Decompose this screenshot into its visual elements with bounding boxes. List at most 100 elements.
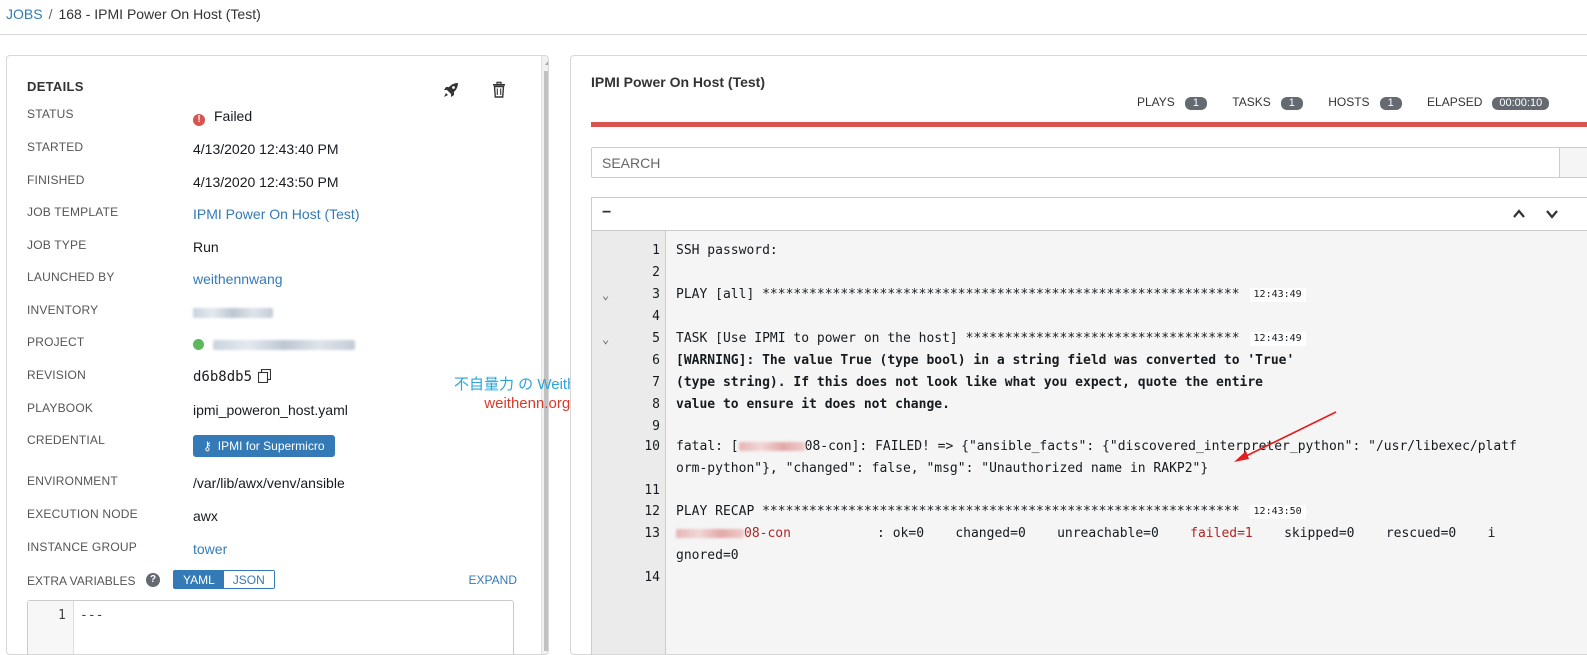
scrollbar-thumb[interactable]: [544, 71, 548, 651]
line-text: PLAY RECAP *****************************…: [676, 501, 1306, 523]
launched-by-link[interactable]: weithennwang: [193, 271, 283, 287]
chevron-down-icon[interactable]: [1545, 207, 1559, 221]
stdout-header: −: [591, 197, 1587, 231]
chevron-up-icon[interactable]: [1512, 207, 1526, 221]
breadcrumb-jobs-link[interactable]: JOBS: [6, 6, 43, 22]
detail-row-execution-node: EXECUTION NODE awx: [27, 507, 537, 533]
finished-value: 4/13/2020 12:43:50 PM: [193, 174, 339, 190]
plays-label: PLAYS: [1137, 95, 1175, 109]
detail-row-finished: FINISHED 4/13/2020 12:43:50 PM: [27, 173, 537, 199]
breadcrumb-current: 168 - IPMI Power On Host (Test): [58, 6, 261, 22]
details-panel: DETAILS STATUS ! Failed STARTED 4/13/2020…: [6, 55, 549, 655]
recap-failed: failed=1: [1190, 526, 1253, 541]
warning-text: (type string). If this does not look lik…: [676, 375, 1263, 390]
line-text: SSH password:: [676, 243, 778, 258]
rocket-icon[interactable]: [441, 80, 461, 100]
elapsed-time: 00:00:10: [1492, 97, 1550, 110]
warning-text: [WARNING]: The value True (type bool) in…: [676, 353, 1295, 368]
recap-counts: : ok=0 changed=0 unreachable=0: [790, 526, 1191, 541]
plays-count: 1: [1184, 97, 1207, 110]
task-header: TASK [Use IPMI to power on the host] ***…: [676, 331, 1240, 346]
line-number: 6: [652, 353, 660, 368]
instance-group-label: INSTANCE GROUP: [27, 540, 137, 554]
line-number: 14: [644, 570, 660, 585]
line-number: 2: [652, 265, 660, 280]
detail-row-environment: ENVIRONMENT /var/lib/awx/venv/ansible: [27, 474, 537, 500]
json-toggle[interactable]: JSON: [223, 571, 274, 588]
line-number: 1: [652, 243, 660, 258]
detail-row-started: STARTED 4/13/2020 12:43:40 PM: [27, 140, 537, 166]
collapse-all-button[interactable]: −: [602, 204, 611, 222]
timestamp-badge: 12:43:49: [1249, 332, 1306, 346]
scroll-up-arrow-icon[interactable]: [545, 60, 548, 65]
yaml-toggle[interactable]: YAML: [174, 571, 224, 588]
tasks-label: TASKS: [1232, 95, 1271, 109]
recap-cont: gnored=0: [676, 548, 739, 563]
stdout-pane: 1 SSH password: 2 ⌄ 3 PLAY [all] *******…: [591, 230, 1587, 654]
line-number: 13: [644, 526, 660, 541]
job-type-label: JOB TYPE: [27, 238, 87, 252]
output-title: IPMI Power On Host (Test): [591, 74, 765, 90]
line-number: 4: [652, 309, 660, 324]
detail-row-job-template: JOB TEMPLATE IPMI Power On Host (Test): [27, 205, 537, 231]
search-button[interactable]: [1559, 147, 1587, 178]
key-icon: ⚷: [203, 439, 212, 453]
job-progress-bar: [591, 122, 1587, 127]
playbook-value: ipmi_poweron_host.yaml: [193, 402, 348, 418]
line-number: 3: [652, 287, 660, 302]
output-panel: IPMI Power On Host (Test) PLAYS 1 TASKS 1 …: [570, 55, 1587, 655]
fatal-prefix: fatal: [: [676, 439, 739, 454]
failed-status-icon: !: [193, 114, 205, 126]
details-scrollbar[interactable]: [541, 56, 548, 654]
tasks-stat: TASKS 1: [1232, 95, 1303, 110]
hosts-stat: HOSTS 1: [1328, 95, 1402, 110]
extra-variables-editor[interactable]: 1 ---: [27, 600, 514, 654]
inventory-link-redacted[interactable]: [193, 304, 273, 320]
line-number: 5: [652, 331, 660, 346]
expand-button[interactable]: EXPAND: [469, 573, 517, 587]
chevron-down-icon[interactable]: ⌄: [602, 328, 614, 350]
breadcrumb-separator: /: [48, 6, 53, 22]
detail-row-instance-group: INSTANCE GROUP tower: [27, 540, 537, 566]
fatal-message: 08-con]: FAILED! => {"ansible_facts": {"…: [804, 439, 1517, 454]
detail-row-inventory: INVENTORY: [27, 303, 537, 329]
detail-row-launched-by: LAUNCHED BY weithennwang: [27, 270, 537, 296]
format-toggle: YAML JSON: [173, 570, 275, 589]
editor-gutter: [28, 601, 74, 654]
started-value: 4/13/2020 12:43:40 PM: [193, 141, 339, 157]
detail-row-project: PROJECT: [27, 335, 537, 361]
instance-group-link[interactable]: tower: [193, 541, 227, 557]
credential-value: ⚷ IPMI for Supermicro: [193, 435, 335, 457]
tasks-count: 1: [1280, 97, 1303, 110]
elapsed-stat: ELAPSED 00:00:10: [1427, 95, 1550, 110]
breadcrumb: JOBS / 168 - IPMI Power On Host (Test): [6, 6, 261, 22]
recap-stats: 08-con : ok=0 changed=0 unreachable=0 fa…: [676, 523, 1495, 545]
hosts-count: 1: [1379, 97, 1402, 110]
warning-text: value to ensure it does not change.: [676, 397, 950, 412]
job-template-link[interactable]: IPMI Power On Host (Test): [193, 206, 359, 222]
details-title: DETAILS: [27, 79, 84, 94]
credential-badge[interactable]: ⚷ IPMI for Supermicro: [193, 435, 335, 457]
chevron-down-icon[interactable]: ⌄: [602, 284, 614, 306]
line-number: 12: [644, 504, 660, 519]
copy-icon[interactable]: [258, 369, 272, 383]
hosts-label: HOSTS: [1328, 95, 1370, 109]
line-text: TASK [Use IPMI to power on the host] ***…: [676, 328, 1306, 350]
recap-counts-2: skipped=0 rescued=0 i: [1252, 526, 1496, 541]
execution-node-value: awx: [193, 508, 218, 524]
line-text: PLAY [all] *****************************…: [676, 284, 1306, 306]
revision-value: d6b8db5: [193, 369, 272, 385]
inventory-label: INVENTORY: [27, 303, 99, 317]
detail-row-status: STATUS ! Failed: [27, 107, 537, 133]
recap-header: PLAY RECAP *****************************…: [676, 504, 1240, 519]
editor-code: ---: [80, 608, 104, 623]
detail-row-job-type: JOB TYPE Run: [27, 238, 537, 264]
help-icon[interactable]: ?: [146, 573, 160, 587]
playbook-label: PLAYBOOK: [27, 401, 94, 415]
project-value[interactable]: [193, 336, 355, 352]
search-input[interactable]: SEARCH: [591, 147, 1561, 178]
status-label: STATUS: [27, 107, 74, 121]
trash-icon[interactable]: [490, 81, 508, 99]
detail-row-credential: CREDENTIAL ⚷ IPMI for Supermicro: [27, 433, 537, 459]
environment-value: /var/lib/awx/venv/ansible: [193, 475, 345, 491]
